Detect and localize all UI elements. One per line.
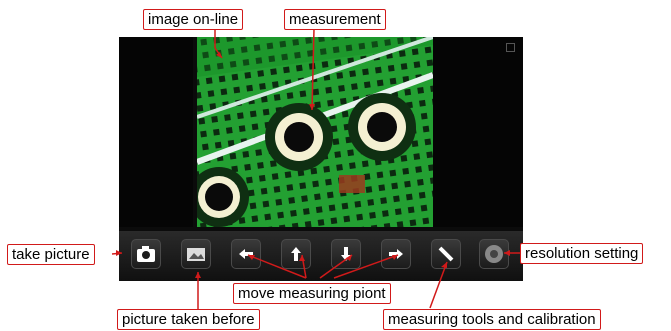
label-measurement: measurement bbox=[284, 9, 386, 30]
label-picture-taken-before: picture taken before bbox=[117, 309, 260, 330]
label-measuring-tools: measuring tools and calibration bbox=[383, 309, 601, 330]
label-move-measuring-point: move measuring piont bbox=[233, 283, 391, 304]
label-resolution-setting: resolution setting bbox=[520, 243, 644, 264]
label-image-online: image on-line bbox=[143, 9, 244, 30]
label-take-picture: take picture bbox=[7, 244, 95, 265]
annotation-leader-lines bbox=[111, 28, 520, 310]
